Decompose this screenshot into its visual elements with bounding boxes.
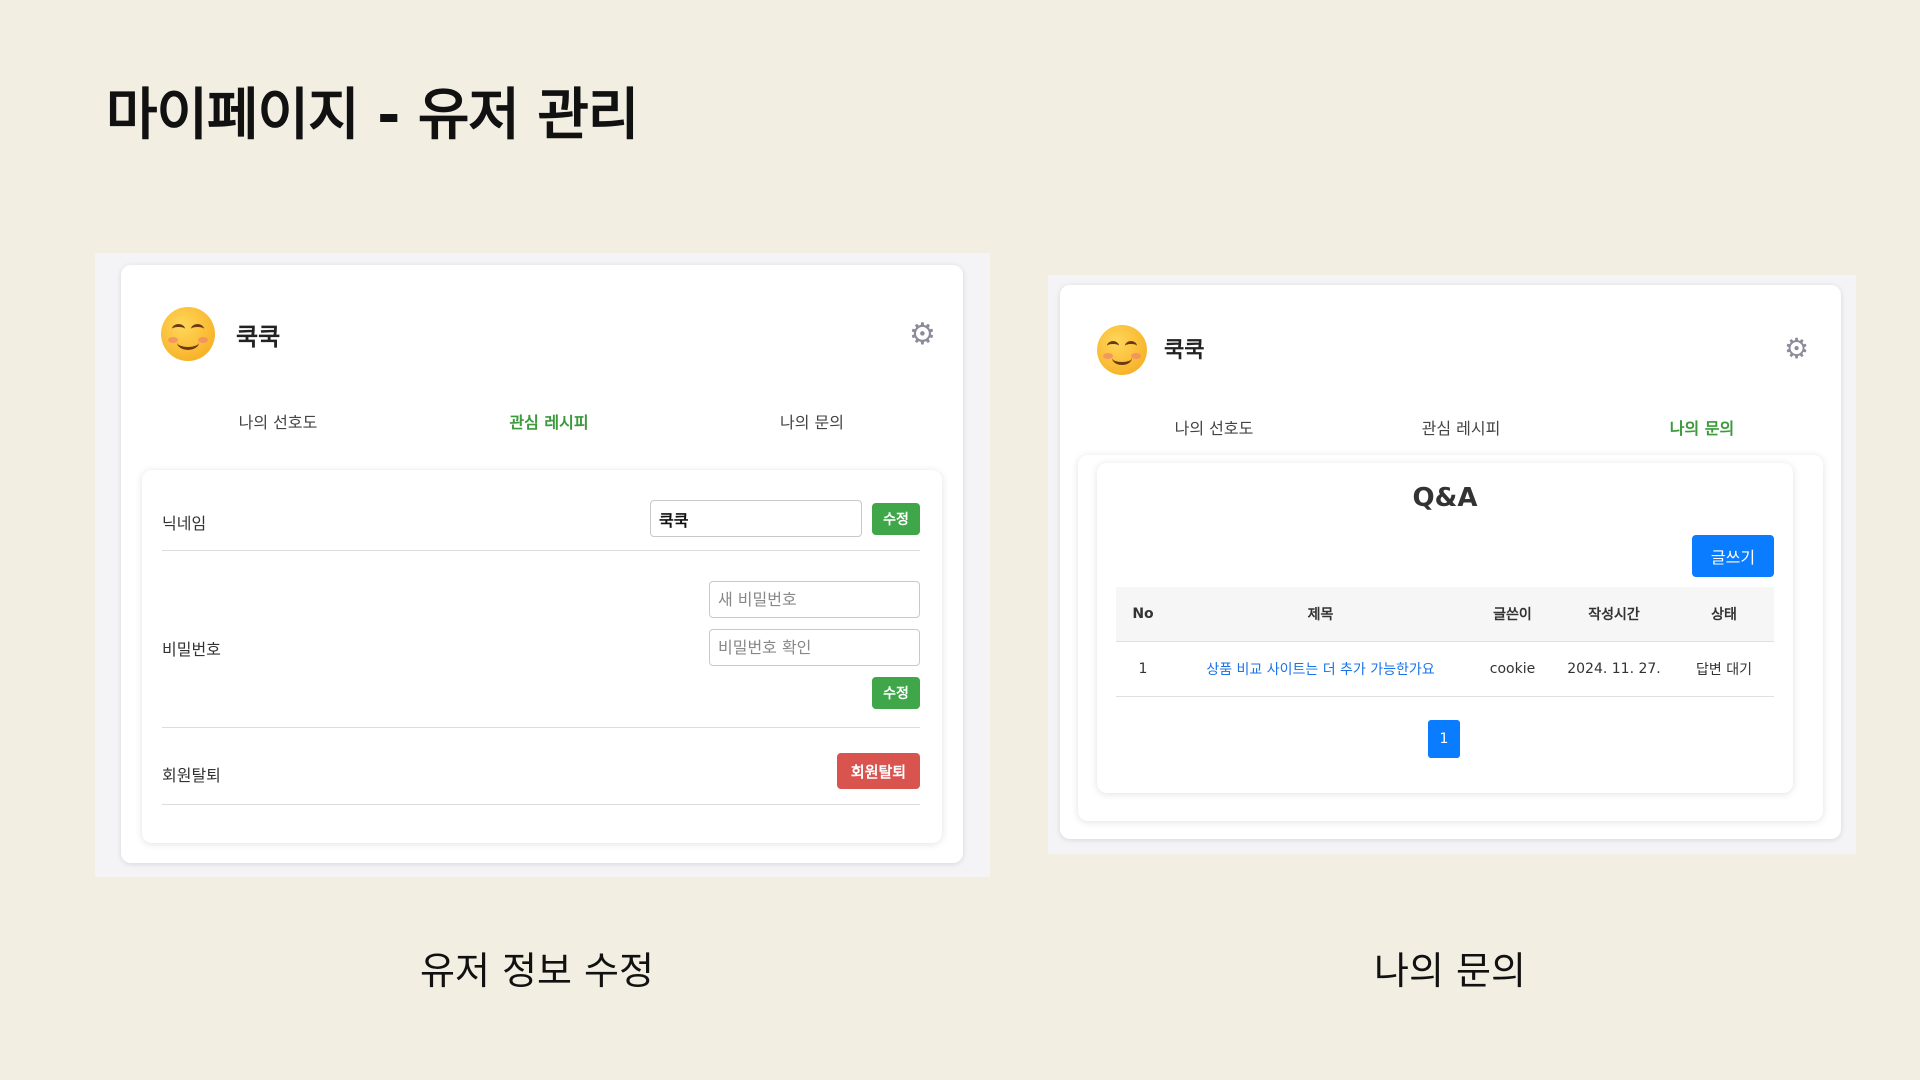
gear-icon[interactable]: ⚙	[1784, 335, 1809, 363]
column-header-title: 제목	[1170, 587, 1471, 642]
tab-preferences[interactable]: 나의 선호도	[178, 409, 378, 433]
avatar-emoji-icon	[161, 307, 215, 361]
username: 쿡쿡	[236, 323, 281, 351]
username: 쿡쿡	[1164, 338, 1205, 363]
column-header-date: 작성시간	[1554, 587, 1674, 642]
gear-icon[interactable]: ⚙	[909, 320, 936, 350]
table-header-row: No 제목 글쓴이 작성시간 상태	[1116, 587, 1774, 642]
divider	[162, 727, 920, 728]
new-password-input[interactable]	[709, 581, 920, 618]
column-header-author: 글쓴이	[1471, 587, 1554, 642]
my-inquiry-screenshot: 쿡쿡 ⚙ 나의 선호도 관심 레시피 나의 문의 Q&A 글쓰기 No 제목 글…	[1048, 275, 1856, 854]
row-author: cookie	[1471, 641, 1554, 697]
avatar-emoji-icon	[1097, 325, 1147, 375]
qa-panel: Q&A 글쓰기 No 제목 글쓴이 작성시간 상태 1 상품 비교 사이트는 더…	[1078, 455, 1823, 821]
row-status: 답변 대기	[1674, 641, 1774, 697]
qa-title: Q&A	[1412, 483, 1478, 513]
nickname-edit-button[interactable]: 수정	[872, 503, 920, 535]
password-label: 비밀번호	[162, 640, 221, 659]
tab-my-inquiries[interactable]: 나의 문의	[1602, 415, 1802, 439]
withdraw-button[interactable]: 회원탈퇴	[837, 753, 920, 789]
user-info-panel: 닉네임 수정 비밀번호 수정 회원탈퇴 회원탈퇴	[142, 470, 942, 843]
write-button[interactable]: 글쓰기	[1692, 535, 1774, 577]
inquiry-table: No 제목 글쓴이 작성시간 상태 1 상품 비교 사이트는 더 추가 가능한가…	[1116, 587, 1774, 697]
row-title-link[interactable]: 상품 비교 사이트는 더 추가 가능한가요	[1170, 641, 1471, 697]
column-header-no: No	[1116, 587, 1170, 642]
tab-favorite-recipes[interactable]: 관심 레시피	[449, 409, 649, 433]
tab-preferences[interactable]: 나의 선호도	[1114, 415, 1314, 439]
caption-user-edit: 유저 정보 수정	[420, 949, 654, 993]
column-header-status: 상태	[1674, 587, 1774, 642]
nickname-label: 닉네임	[162, 514, 207, 533]
tab-my-inquiries[interactable]: 나의 문의	[712, 409, 912, 433]
divider	[162, 550, 920, 551]
mypage-card: 쿡쿡 ⚙ 나의 선호도 관심 레시피 나의 문의 닉네임 수정 비밀번호 수정 …	[121, 265, 963, 863]
user-edit-screenshot: 쿡쿡 ⚙ 나의 선호도 관심 레시피 나의 문의 닉네임 수정 비밀번호 수정 …	[95, 253, 990, 877]
tab-favorite-recipes[interactable]: 관심 레시피	[1361, 415, 1561, 439]
nickname-input[interactable]	[650, 500, 862, 537]
password-confirm-input[interactable]	[709, 629, 920, 666]
qa-inner-panel: Q&A 글쓰기 No 제목 글쓴이 작성시간 상태 1 상품 비교 사이트는 더…	[1097, 463, 1793, 793]
withdraw-label: 회원탈퇴	[162, 766, 221, 785]
divider	[162, 804, 920, 805]
row-date: 2024. 11. 27.	[1554, 641, 1674, 697]
row-no: 1	[1116, 641, 1170, 697]
page-button-current[interactable]: 1	[1428, 720, 1460, 758]
caption-my-inquiry: 나의 문의	[1374, 949, 1526, 993]
mypage-card: 쿡쿡 ⚙ 나의 선호도 관심 레시피 나의 문의 Q&A 글쓰기 No 제목 글…	[1060, 285, 1841, 839]
slide-title: 마이페이지 - 유저 관리	[106, 83, 639, 148]
password-edit-button[interactable]: 수정	[872, 677, 920, 709]
table-row[interactable]: 1 상품 비교 사이트는 더 추가 가능한가요 cookie 2024. 11.…	[1116, 641, 1774, 697]
